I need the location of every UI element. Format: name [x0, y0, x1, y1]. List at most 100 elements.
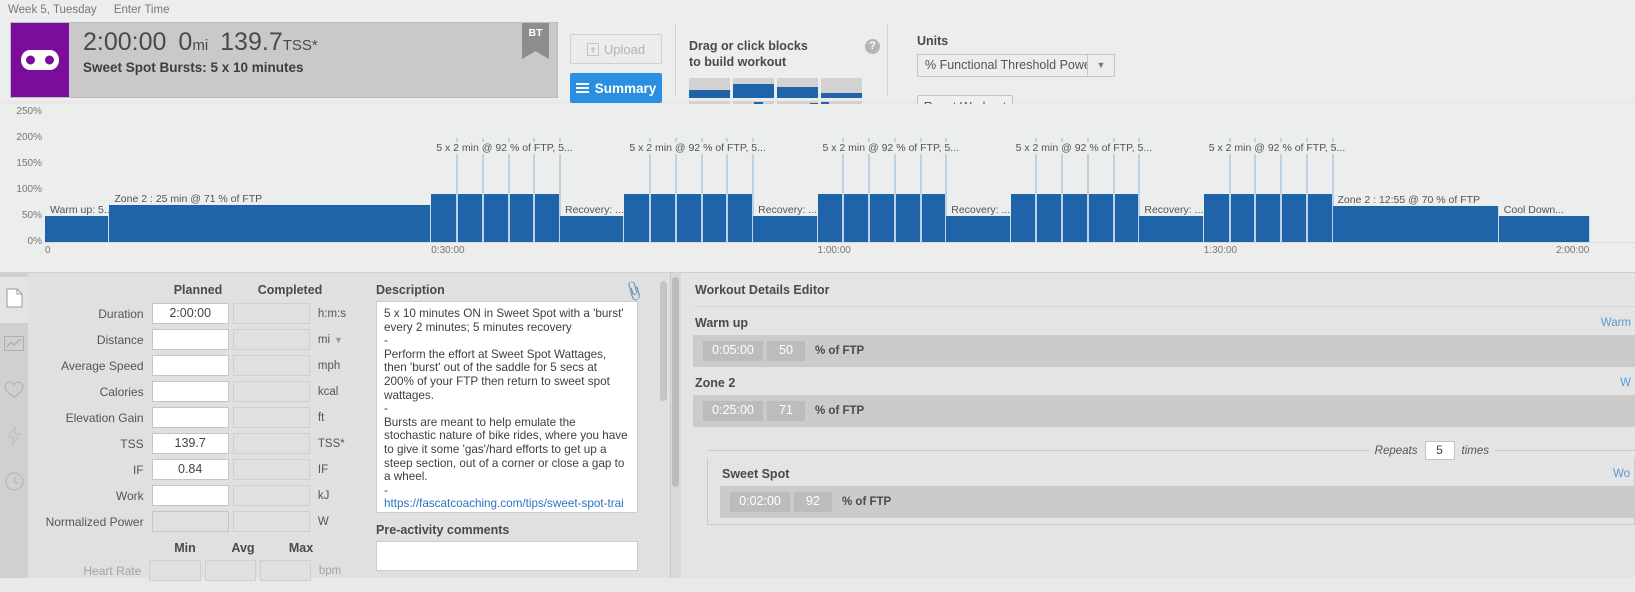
planned-input[interactable]: [151, 381, 229, 402]
completed-input[interactable]: [232, 485, 310, 506]
segment-percent-label: % of FTP: [815, 345, 865, 357]
editor-scrollbar-thumb[interactable]: [672, 277, 679, 487]
description-title: Description: [376, 283, 445, 297]
sidebar-item-clock[interactable]: [0, 461, 28, 507]
palette-block-steady-high[interactable]: [733, 77, 774, 98]
segment-link[interactable]: W: [1620, 377, 1631, 389]
header-min: Min: [174, 541, 196, 555]
palette-segment: [733, 83, 774, 98]
sidebar-item-lightning[interactable]: [0, 415, 28, 461]
form-label: Elevation Gain: [65, 410, 144, 425]
form-row: Average Speed mph: [28, 354, 368, 377]
breadcrumb-enter-time[interactable]: Enter Time: [114, 4, 170, 16]
editor-segment: Zone 2 W 0:25:00 71 % of FTP: [693, 367, 1635, 427]
completed-input[interactable]: [232, 459, 310, 480]
planned-input[interactable]: [151, 485, 229, 506]
form-unit: h:m:s: [317, 307, 347, 320]
workout-details-editor: Workout Details Editor Warm up Warm 0:05:0…: [670, 273, 1635, 578]
palette-block-steady-low[interactable]: [689, 77, 730, 98]
chart-block-label: 5 x 2 min @ 92 % of FTP, 5...: [1206, 142, 1348, 155]
form-label: Work: [115, 488, 144, 503]
workout-distance-unit: mi: [192, 37, 209, 54]
repeat-bar: Repeats 5 times: [707, 441, 1635, 460]
chevron-down-icon[interactable]: ▼: [334, 335, 343, 345]
segment-duration-input[interactable]: 0:05:00: [703, 341, 763, 361]
completed-input[interactable]: [232, 303, 310, 324]
planned-input[interactable]: [151, 407, 229, 428]
segment-duration-input[interactable]: 0:25:00: [703, 401, 763, 421]
completed-input[interactable]: [232, 433, 310, 454]
chart-block[interactable]: [753, 216, 818, 242]
planned-input[interactable]: [151, 355, 229, 376]
min-input[interactable]: [149, 560, 201, 581]
chart-plot-area[interactable]: Warm up: 5... Zone 2 : 25 min @ 71 % of F…: [45, 112, 1635, 242]
help-icon[interactable]: ?: [865, 39, 880, 54]
x-tick: 1:30:00: [1203, 245, 1238, 256]
description-link[interactable]: https://fascatcoaching.com/tips/sweet-sp…: [384, 497, 624, 512]
planned-input[interactable]: 0.84: [151, 459, 229, 480]
planned-completed-form: Planned Completed Duration 2:00:00 h:m:s Di…: [28, 273, 368, 581]
sidebar-item-heart[interactable]: [0, 369, 28, 415]
breadcrumb-week[interactable]: Week 5, Tuesday: [8, 4, 97, 16]
units-select[interactable]: % Functional Threshold Power ▼: [917, 54, 1115, 77]
completed-input[interactable]: [232, 355, 310, 376]
completed-input[interactable]: [232, 329, 310, 350]
sidebar-item-document[interactable]: [0, 277, 28, 323]
repeat-segment-list: Sweet Spot Wo 0:02:00 92 % of FTP: [707, 458, 1635, 525]
chart-block[interactable]: [1203, 194, 1333, 242]
planned-input[interactable]: 139.7: [151, 433, 229, 454]
form-scrollbar[interactable]: [658, 273, 670, 578]
completed-input[interactable]: [232, 407, 310, 428]
planned-input[interactable]: 2:00:00: [151, 303, 229, 324]
chart-block[interactable]: [946, 216, 1011, 242]
chart-block[interactable]: [1498, 216, 1590, 242]
chart-block-label: Zone 2 : 25 min @ 71 % of FTP: [112, 193, 265, 206]
segment-percent-input[interactable]: 92: [794, 492, 832, 512]
pre-activity-textarea[interactable]: [376, 541, 638, 571]
summary-label: Summary: [594, 80, 657, 96]
workout-actions: Upload Summary: [570, 22, 662, 103]
form-row: Distance mi ▼: [28, 328, 368, 351]
chart-block[interactable]: [560, 216, 625, 242]
segment-link[interactable]: Wo: [1613, 468, 1630, 480]
summary-button[interactable]: Summary: [570, 73, 662, 103]
chart-block[interactable]: [817, 194, 947, 242]
scrollbar-thumb[interactable]: [660, 281, 667, 401]
segment-duration-input[interactable]: 0:02:00: [730, 492, 790, 512]
segment-percent-input[interactable]: 50: [767, 341, 805, 361]
workout-profile-chart[interactable]: 0% 50% 100% 150% 200% 250% Warm up: 5... Zone …: [0, 104, 1635, 272]
workout-summary-card[interactable]: 2:00:00 0mi 139.7TSS* Sweet Spot Bursts: 5…: [10, 22, 558, 98]
completed-input[interactable]: [232, 381, 310, 402]
editor-scrollbar[interactable]: [671, 273, 681, 578]
avg-input[interactable]: [204, 560, 256, 581]
x-tick: 1:00:00: [817, 245, 851, 256]
chart-block[interactable]: [431, 194, 560, 242]
palette-block-steady-mid[interactable]: [777, 77, 818, 98]
chart-x-axis-line: [45, 242, 1635, 243]
chart-block[interactable]: [1010, 194, 1140, 242]
upload-button[interactable]: Upload: [570, 34, 662, 64]
segment-percent-input[interactable]: 71: [767, 401, 805, 421]
x-tick: 2:00:00: [1556, 245, 1590, 256]
form-label: Calories: [99, 384, 144, 399]
editor-title: Workout Details Editor: [695, 283, 830, 297]
completed-input[interactable]: [232, 511, 310, 532]
segment-link[interactable]: Warm: [1601, 317, 1631, 329]
palette-block-steady-flat[interactable]: [821, 77, 862, 98]
segment-name: Warm up: [695, 316, 749, 330]
chart-block[interactable]: [45, 216, 110, 242]
chart-block[interactable]: [1139, 216, 1204, 242]
palette-segment: [689, 89, 730, 98]
left-icon-rail[interactable]: [0, 273, 28, 578]
form-row: Duration 2:00:00 h:m:s: [28, 302, 368, 325]
max-input[interactable]: [259, 560, 311, 581]
lightning-icon: [6, 424, 22, 451]
planned-input[interactable]: [151, 511, 229, 532]
chart-block[interactable]: [624, 194, 754, 242]
description-textarea[interactable]: 5 x 10 minutes ON in Sweet Spot with a '…: [376, 301, 638, 513]
chevron-down-icon[interactable]: ▼: [1087, 55, 1114, 76]
chart-block[interactable]: [1332, 205, 1499, 242]
sidebar-item-chart[interactable]: [0, 323, 28, 369]
planned-input[interactable]: [151, 329, 229, 350]
chart-block[interactable]: [109, 205, 432, 242]
